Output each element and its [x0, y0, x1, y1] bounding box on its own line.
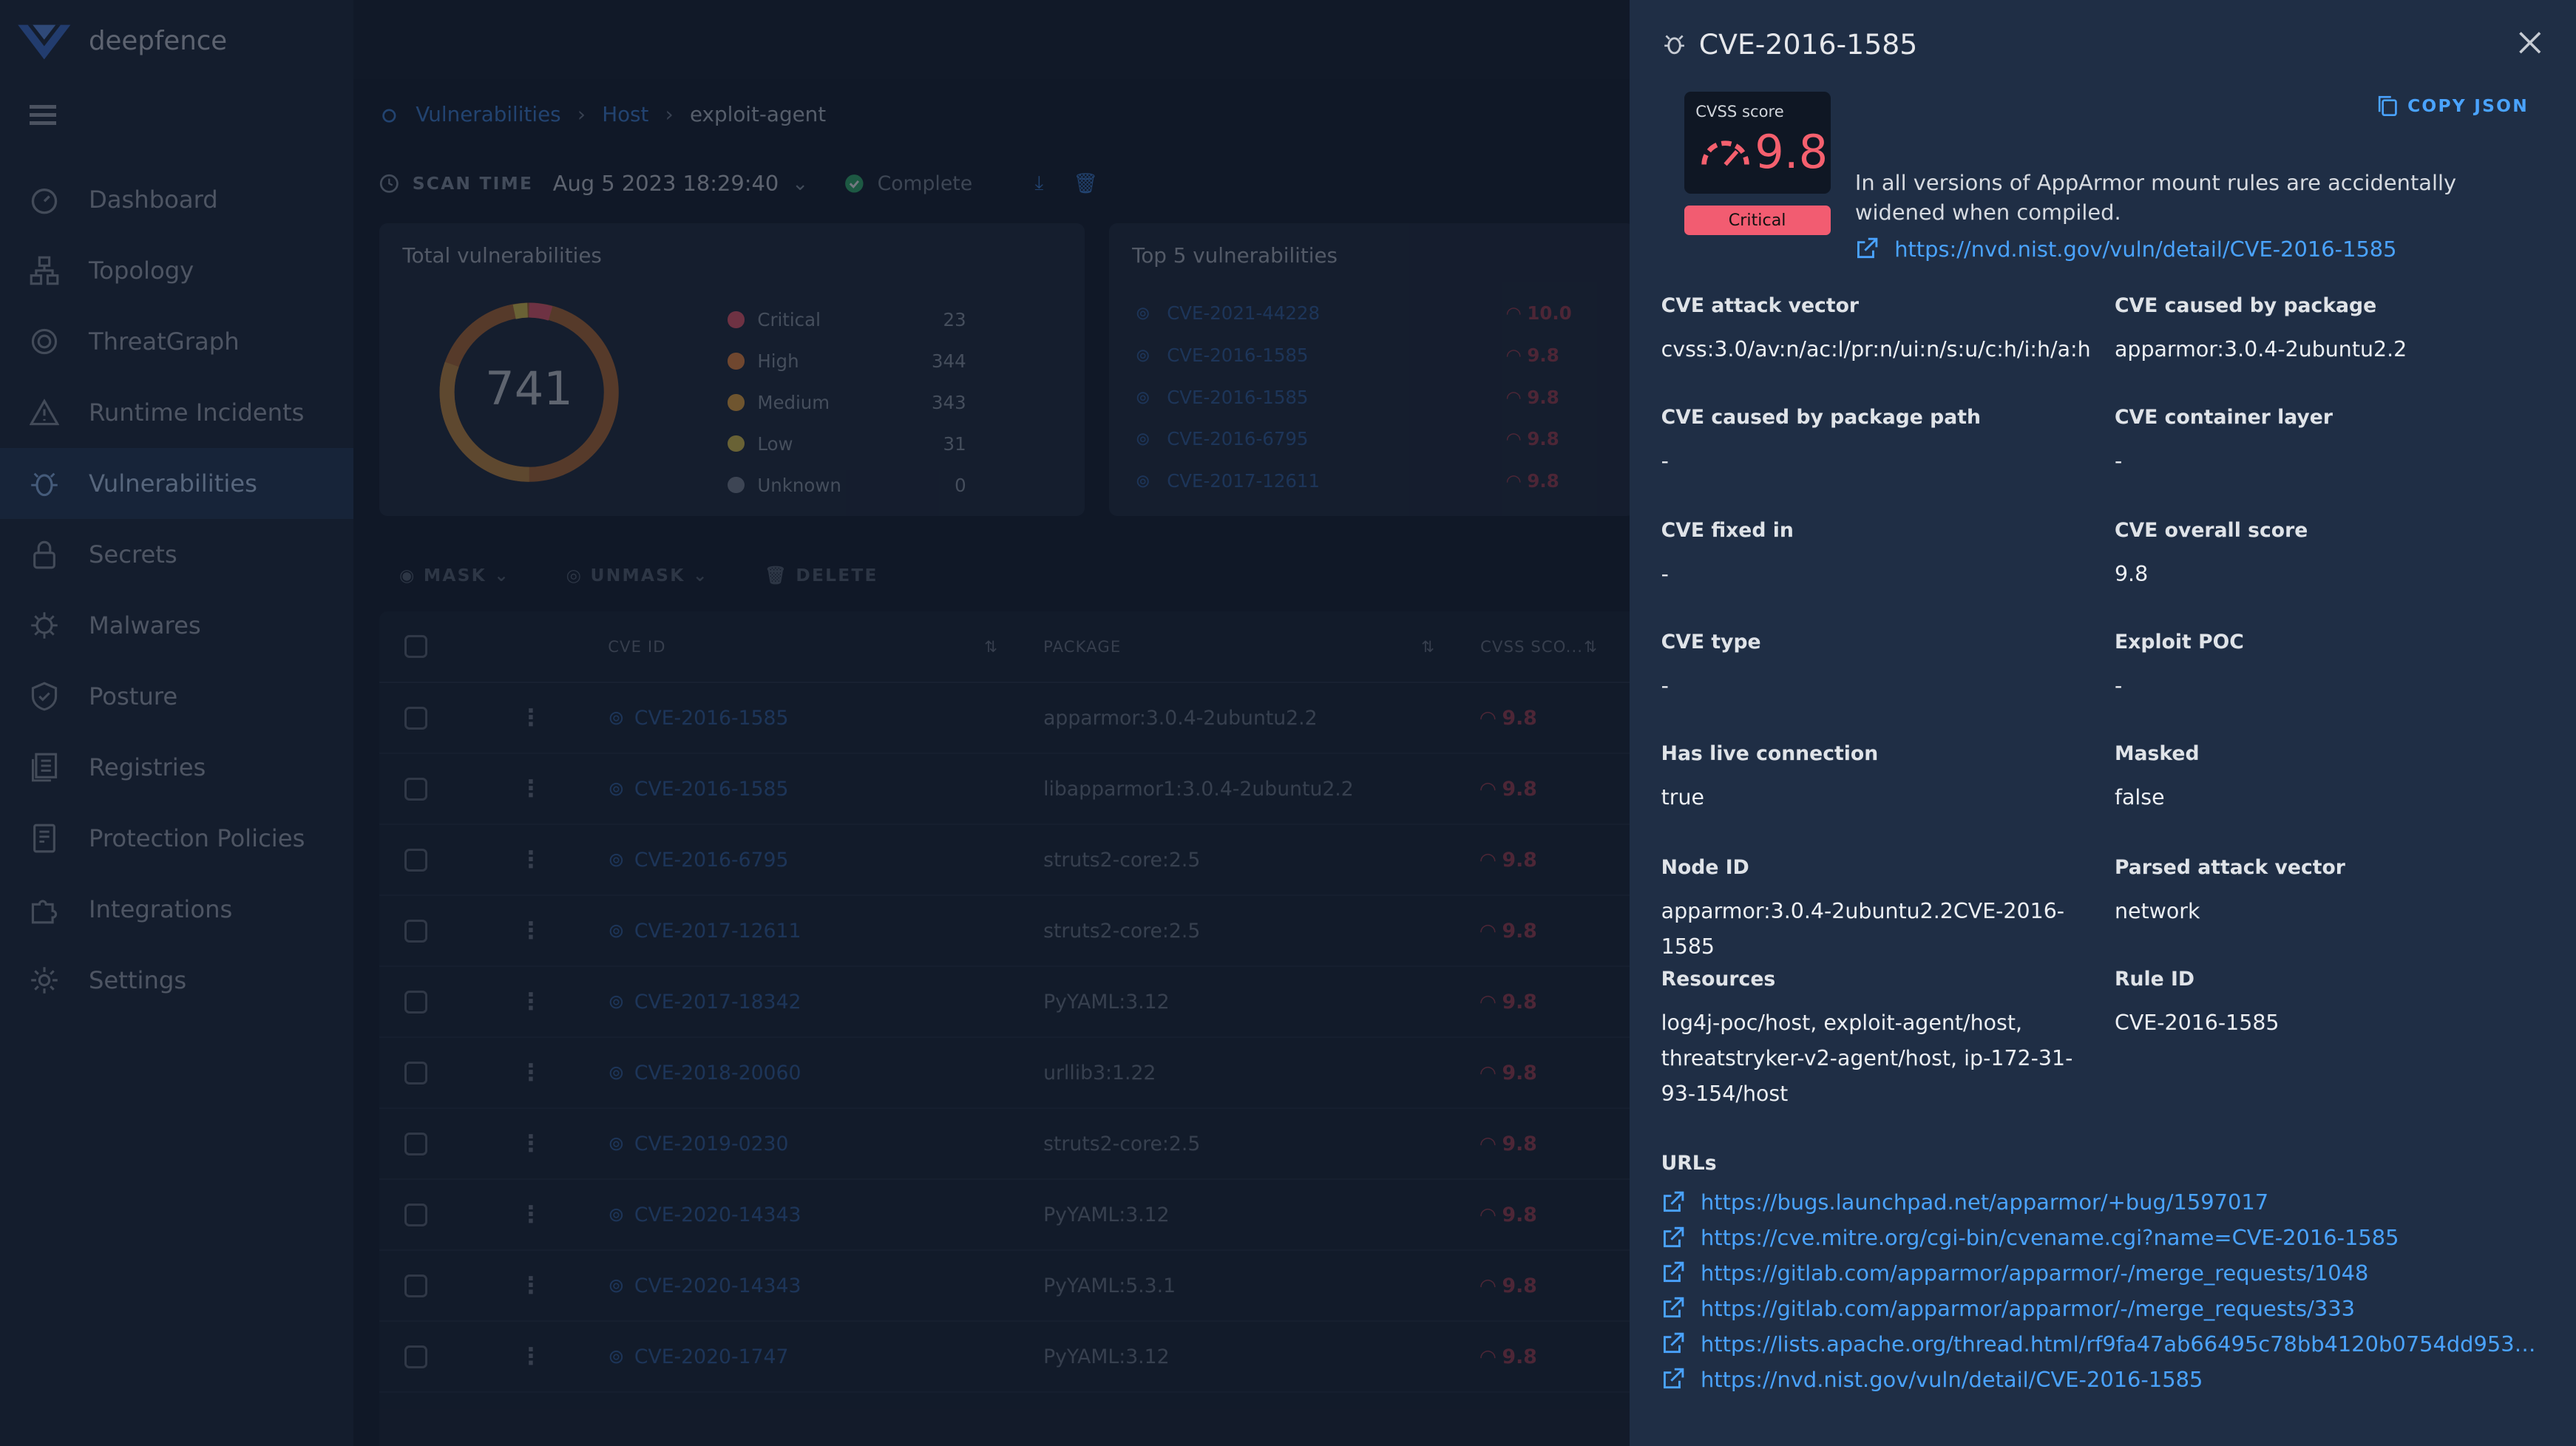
field-label: CVE caused by package — [2114, 293, 2377, 317]
field-value: cvss:3.0/av:n/ac:l/pr:n/ui:n/s:u/c:h/i:h… — [1661, 336, 2091, 362]
copy-json-button[interactable]: COPY JSON — [2378, 95, 2529, 117]
field-cve-caused-by-package: CVE caused by package apparmor:3.0.4-2ubu… — [2115, 294, 2542, 367]
url-link[interactable]: https://lists.apache.org/thread.html/rf9… — [1661, 1326, 2549, 1362]
field-label: CVE caused by package path — [1661, 405, 1981, 429]
url-link[interactable]: https://cve.mitre.org/cgi-bin/cvename.cg… — [1661, 1220, 2549, 1255]
external-link-icon — [1663, 1191, 1684, 1212]
field-value: apparmor:3.0.4-2ubuntu2.2CVE-2016-1585 — [1661, 898, 2065, 959]
field-label: CVE attack vector — [1661, 293, 1860, 317]
external-link-icon — [1663, 1226, 1684, 1247]
field-node-id: Node ID apparmor:3.0.4-2ubuntu2.2CVE-2016… — [1661, 856, 2085, 965]
url-text: https://gitlab.com/apparmor/apparmor/-/m… — [1700, 1296, 2355, 1322]
url-link[interactable]: https://bugs.launchpad.net/apparmor/+bug… — [1661, 1184, 2549, 1220]
field-cve-container-layer: CVE container layer - — [2115, 406, 2542, 479]
field-value: - — [1661, 562, 1669, 587]
urls-section: URLs https://bugs.launchpad.net/apparmor… — [1661, 1152, 2549, 1397]
field-label: Masked — [2114, 742, 2200, 766]
url-text: https://cve.mitre.org/cgi-bin/cvename.cg… — [1700, 1225, 2399, 1251]
field-label: CVE container layer — [2114, 405, 2333, 429]
url-text: https://bugs.launchpad.net/apparmor/+bug… — [1700, 1189, 2269, 1215]
copy-json-label: COPY JSON — [2407, 95, 2529, 117]
field-value: - — [1661, 673, 1669, 699]
nvd-link-text: https://nvd.nist.gov/vuln/detail/CVE-201… — [1894, 236, 2397, 262]
field-cve-fixed-in: CVE fixed in - — [1661, 519, 2085, 592]
cvss-score-box: CVSS score 9.8 — [1684, 92, 1831, 194]
external-link-icon — [1663, 1368, 1684, 1389]
field-value: 9.8 — [2114, 562, 2149, 587]
severity-badge: Critical — [1684, 205, 1831, 235]
field-label: Parsed attack vector — [2114, 855, 2345, 879]
field-value: CVE-2016-1585 — [2114, 1010, 2280, 1035]
close-icon[interactable] — [2517, 30, 2543, 56]
field-label: CVE type — [1661, 631, 1761, 654]
field-value: - — [2114, 673, 2123, 699]
field-rule-id: Rule ID CVE-2016-1585 — [2115, 968, 2542, 1041]
field-cve-type: CVE type - — [1661, 631, 2085, 704]
field-label: Node ID — [1661, 855, 1749, 879]
bug-icon — [1664, 35, 1684, 55]
field-value: - — [2114, 448, 2123, 473]
field-label: Has live connection — [1661, 742, 1879, 766]
field-parsed-attack-vector: Parsed attack vector network — [2115, 856, 2542, 929]
nvd-link[interactable]: https://nvd.nist.gov/vuln/detail/CVE-201… — [1855, 237, 2397, 262]
external-link-icon — [1663, 1333, 1684, 1354]
gauge-icon — [1701, 140, 1749, 166]
cve-description: In all versions of AppArmor mount rules … — [1854, 169, 2457, 225]
field-cve-overall-score: CVE overall score 9.8 — [2115, 519, 2542, 592]
field-resources: Resources log4j-poc/host, exploit-agent/h… — [1661, 968, 2085, 1112]
field-label: CVE overall score — [2114, 519, 2308, 543]
url-text: https://lists.apache.org/thread.html/rf9… — [1700, 1331, 2549, 1357]
drawer-title: CVE-2016-1585 — [1663, 28, 1917, 61]
external-link-icon — [1663, 1297, 1684, 1318]
field-masked: Masked false — [2115, 742, 2542, 815]
modal-backdrop[interactable] — [0, 0, 1630, 1446]
url-list: https://bugs.launchpad.net/apparmor/+bug… — [1661, 1184, 2549, 1397]
field-value: network — [2114, 898, 2200, 923]
field-value: log4j-poc/host, exploit-agent/host, thre… — [1661, 1010, 2073, 1106]
url-text: https://gitlab.com/apparmor/apparmor/-/m… — [1700, 1260, 2369, 1286]
cve-details-drawer: CVE-2016-1585 COPY JSON CVSS score 9.8 C… — [1630, 0, 2576, 1446]
field-value: true — [1661, 785, 1705, 810]
cvss-label: CVSS score — [1695, 101, 1784, 120]
url-link[interactable]: https://gitlab.com/apparmor/apparmor/-/m… — [1661, 1255, 2549, 1291]
drawer-title-text: CVE-2016-1585 — [1698, 27, 1918, 61]
field-label: Resources — [1661, 967, 1776, 991]
field-cve-attack-vector: CVE attack vector cvss:3.0/av:n/ac:l/pr:n… — [1661, 293, 2091, 367]
field-value: apparmor:3.0.4-2ubuntu2.2 — [2114, 336, 2407, 362]
url-link[interactable]: https://gitlab.com/apparmor/apparmor/-/m… — [1661, 1291, 2549, 1326]
url-text: https://nvd.nist.gov/vuln/detail/CVE-201… — [1700, 1366, 2203, 1392]
external-link-icon — [1857, 238, 1878, 259]
external-link-icon — [1663, 1262, 1684, 1283]
field-value: false — [2114, 785, 2165, 810]
field-cve-caused-by-package-path: CVE caused by package path - — [1661, 406, 2085, 479]
field-has-live-connection: Has live connection true — [1661, 742, 2085, 815]
cvss-value: 9.8 — [1755, 124, 1828, 179]
field-label: CVE fixed in — [1661, 519, 1794, 543]
field-label: Exploit POC — [2114, 631, 2244, 654]
field-exploit-poc: Exploit POC - — [2115, 631, 2542, 704]
urls-label: URLs — [1661, 1151, 1717, 1175]
url-link[interactable]: https://nvd.nist.gov/vuln/detail/CVE-201… — [1661, 1362, 2549, 1397]
copy-icon — [2378, 95, 2397, 116]
field-label: Rule ID — [2114, 967, 2195, 991]
field-value: - — [1661, 448, 1669, 473]
